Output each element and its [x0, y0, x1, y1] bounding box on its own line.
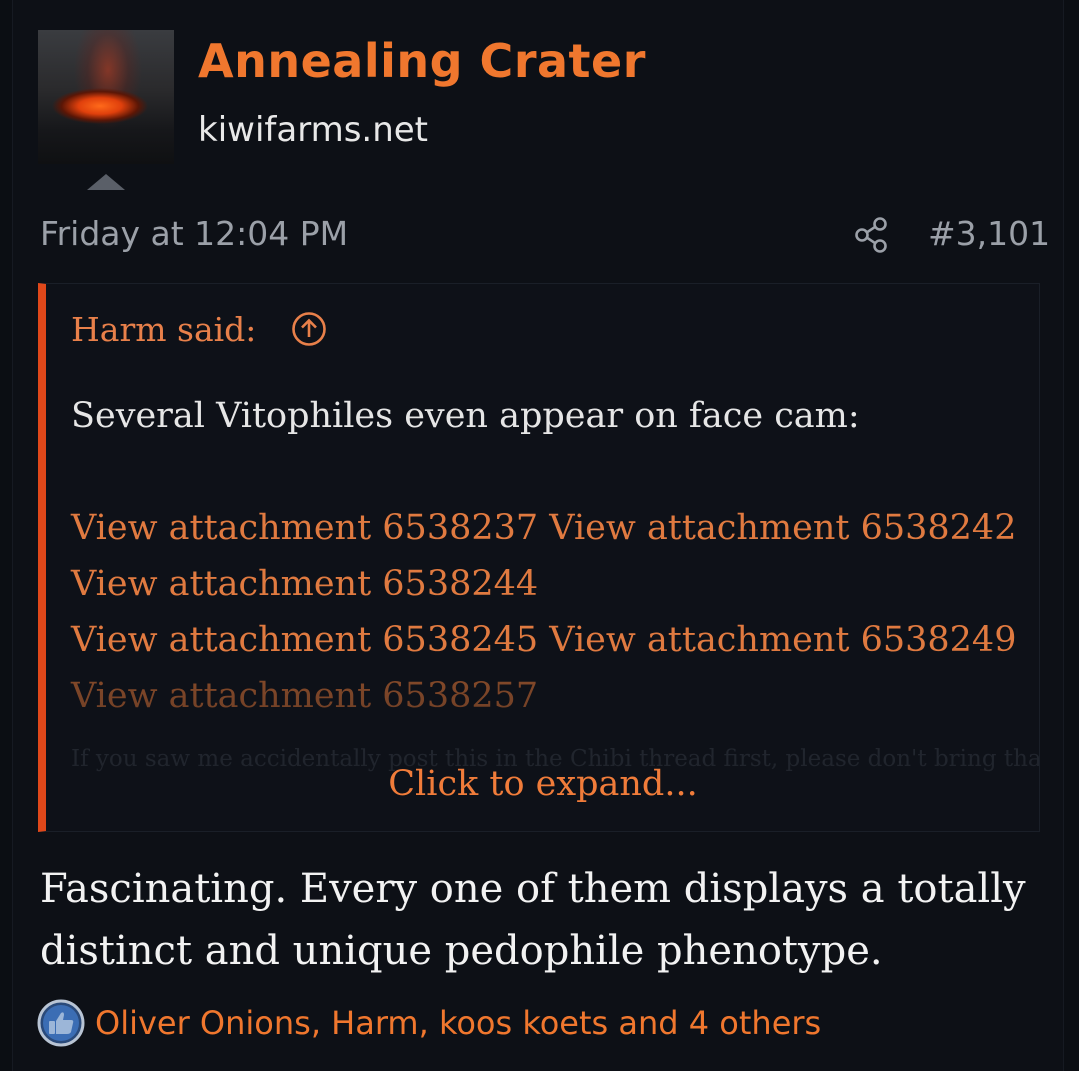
post-body: Fascinating. Every one of them displays … — [40, 866, 1026, 974]
expand-button[interactable]: Click to expand... — [46, 764, 1039, 804]
attachment-link[interactable]: View attachment 6538245 View attachment … — [71, 620, 1016, 660]
share-icon[interactable] — [854, 216, 890, 254]
reaction-summary-link[interactable]: Oliver Onions, Harm, koos koets and 4 ot… — [95, 1004, 821, 1042]
quote-block: Harm said: Several Vitophiles even appea… — [38, 283, 1040, 832]
quote-text: Several Vitophiles even appear on face c… — [71, 396, 860, 436]
attachment-link[interactable]: View attachment 6538257 — [71, 676, 538, 716]
attachment-link[interactable]: View attachment 6538237 View attachment … — [71, 508, 1016, 548]
site-label: kiwifarms.net — [198, 110, 429, 150]
thumbs-up-icon[interactable] — [36, 998, 86, 1048]
post-number-link[interactable]: #3,101 — [928, 214, 1050, 253]
username-link[interactable]: Annealing Crater — [198, 34, 646, 88]
avatar[interactable] — [38, 30, 174, 164]
attachment-link[interactable]: View attachment 6538244 — [71, 564, 538, 604]
quote-author[interactable]: Harm said: — [71, 310, 256, 349]
caret-up-icon — [87, 174, 125, 190]
arrow-up-circle-icon[interactable] — [291, 311, 327, 347]
post-timestamp[interactable]: Friday at 12:04 PM — [40, 214, 348, 253]
